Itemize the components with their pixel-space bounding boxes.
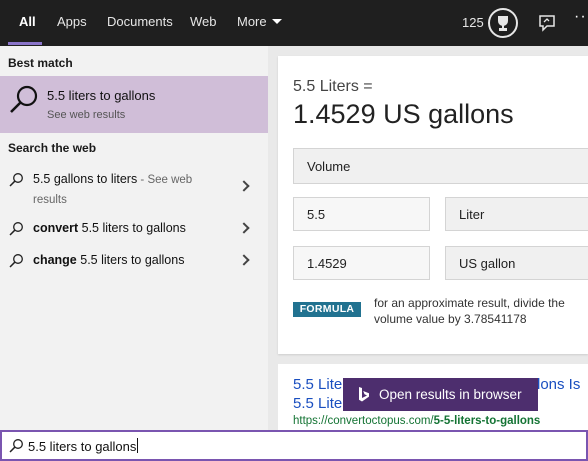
search-icon (8, 438, 24, 459)
conversion-result: 1.4529 US gallons (293, 99, 514, 130)
best-match-item[interactable]: 5.5 liters to gallons See web results (0, 76, 268, 133)
feedback-icon[interactable] (538, 14, 556, 37)
preview-pane: 5.5 Liters = 1.4529 US gallons Volume 5.… (268, 46, 588, 430)
category-select[interactable]: Volume (293, 148, 588, 184)
conversion-input-line: 5.5 Liters = (293, 78, 373, 95)
open-results-in-browser-label: Open results in browser (379, 387, 522, 402)
results-list: Best match 5.5 liters to gallons See web… (0, 46, 268, 430)
url-bold: 5-5-liters-to-gallons (433, 415, 541, 427)
search-input[interactable]: 5.5 liters to gallons (28, 438, 139, 454)
formula-badge: FORMULA (293, 302, 361, 317)
chevron-down-icon (271, 19, 282, 24)
result-unit: US gallons (375, 99, 514, 129)
output-value-field[interactable]: 1.4529 (293, 246, 430, 280)
unit-converter-card: 5.5 Liters = 1.4529 US gallons Volume 5.… (278, 56, 588, 354)
search-icon (8, 172, 24, 193)
active-tab-indicator (8, 42, 42, 45)
suggestion-rest: 5.5 liters to gallons (76, 253, 185, 267)
chevron-right-icon[interactable] (238, 222, 250, 234)
suggestion-rest: 5.5 liters to gallons (78, 221, 186, 235)
search-icon (8, 253, 24, 274)
bing-icon (358, 386, 370, 406)
url-prefix: https://convertoctopus.com/ (293, 415, 434, 427)
web-result-url[interactable]: https://convertoctopus.com/5-5-liters-to… (293, 415, 540, 427)
web-suggestion-item[interactable]: 5.5 gallons to liters - See web results (0, 170, 268, 210)
input-value-field[interactable]: 5.5 (293, 197, 430, 231)
top-nav: All Apps Documents Web More 125 ··· (0, 0, 588, 46)
suggestion-bold: convert (33, 221, 79, 235)
chevron-right-icon[interactable] (238, 180, 250, 192)
web-suggestion-item[interactable]: convert 5.5 liters to gallons (0, 219, 268, 241)
more-options-icon[interactable]: ··· (574, 8, 588, 26)
best-match-heading: Best match (8, 56, 73, 70)
tab-documents[interactable]: Documents (107, 14, 173, 29)
tab-more-label: More (237, 14, 267, 29)
web-suggestion-item[interactable]: change 5.5 liters to gallons (0, 251, 268, 273)
search-box[interactable]: 5.5 liters to gallons (0, 430, 588, 461)
web-suggestion-text: 5.5 gallons to liters - See web results (33, 170, 228, 210)
search-query-text: 5.5 liters to gallons (28, 439, 137, 454)
tab-more[interactable]: More (237, 14, 282, 29)
output-unit-select[interactable]: US gallon (445, 246, 588, 280)
best-match-title: 5.5 liters to gallons (47, 88, 156, 103)
open-results-in-browser-button[interactable]: Open results in browser (343, 378, 538, 411)
tab-apps[interactable]: Apps (57, 14, 87, 29)
best-match-subtitle: See web results (47, 109, 126, 121)
text-cursor (137, 438, 139, 453)
input-unit-select[interactable]: Liter (445, 197, 588, 231)
trophy-icon[interactable] (488, 8, 518, 38)
tab-all[interactable]: All (19, 14, 36, 29)
suggestion-main: 5.5 gallons to liters (33, 172, 138, 186)
formula-text: for an approximate result, divide the vo… (374, 296, 565, 326)
search-icon (8, 221, 24, 242)
web-suggestion-text: change 5.5 liters to gallons (33, 251, 228, 270)
suggestion-bold: change (33, 253, 77, 267)
web-suggestion-text: convert 5.5 liters to gallons (33, 219, 228, 238)
rewards-points: 125 (462, 15, 484, 30)
tab-web[interactable]: Web (190, 14, 217, 29)
chevron-right-icon[interactable] (238, 254, 250, 266)
result-number: 1.4529 (293, 99, 376, 129)
search-web-heading: Search the web (8, 141, 97, 155)
search-icon (8, 84, 40, 121)
